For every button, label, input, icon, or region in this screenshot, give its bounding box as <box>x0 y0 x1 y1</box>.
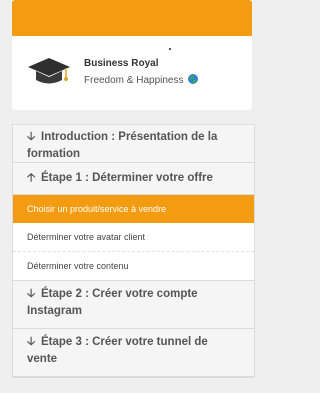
profile-tagline: Freedom & Happiness <box>84 75 184 86</box>
profile-name: Business Royal <box>84 58 159 69</box>
arrow-up-icon: 🡡 <box>27 172 36 184</box>
section-introduction[interactable]: 🡣 Introduction : Présentation de la forma… <box>13 125 254 163</box>
course-menu: 🡣 Introduction : Présentation de la forma… <box>12 124 255 378</box>
section-label: Étape 1 : Déterminer votre offre <box>41 172 213 184</box>
profile-info: Business Royal Freedom & Happiness <box>12 36 252 110</box>
globe-icon <box>188 74 199 84</box>
lesson-item[interactable]: Déterminer votre contenu <box>13 252 254 281</box>
graduation-cap-icon <box>28 58 70 84</box>
decorative-dot <box>169 48 171 50</box>
arrow-down-icon: 🡣 <box>27 131 36 143</box>
lesson-item[interactable]: Déterminer votre avatar client <box>13 223 254 252</box>
section-etape-3[interactable]: 🡣 Étape 3 : Créer votre tunnel de vente <box>13 329 254 377</box>
profile-tagline-row: Freedom & Happiness <box>84 74 199 86</box>
section-etape-2[interactable]: 🡣 Étape 2 : Créer votre compte Instagram <box>13 281 254 329</box>
profile-banner <box>12 0 252 36</box>
section-label: Étape 3 : Créer votre tunnel de vente <box>27 336 208 365</box>
arrow-down-icon: 🡣 <box>27 336 36 348</box>
lesson-item-active[interactable]: Choisir un produit/service à vendre <box>13 195 254 223</box>
section-label: Introduction : Présentation de la format… <box>27 131 218 160</box>
section-label: Étape 2 : Créer votre compte Instagram <box>27 288 198 317</box>
arrow-down-icon: 🡣 <box>27 288 36 300</box>
section-etape-1[interactable]: 🡡 Étape 1 : Déterminer votre offre <box>13 163 254 195</box>
profile-card: Business Royal Freedom & Happiness <box>12 0 252 110</box>
